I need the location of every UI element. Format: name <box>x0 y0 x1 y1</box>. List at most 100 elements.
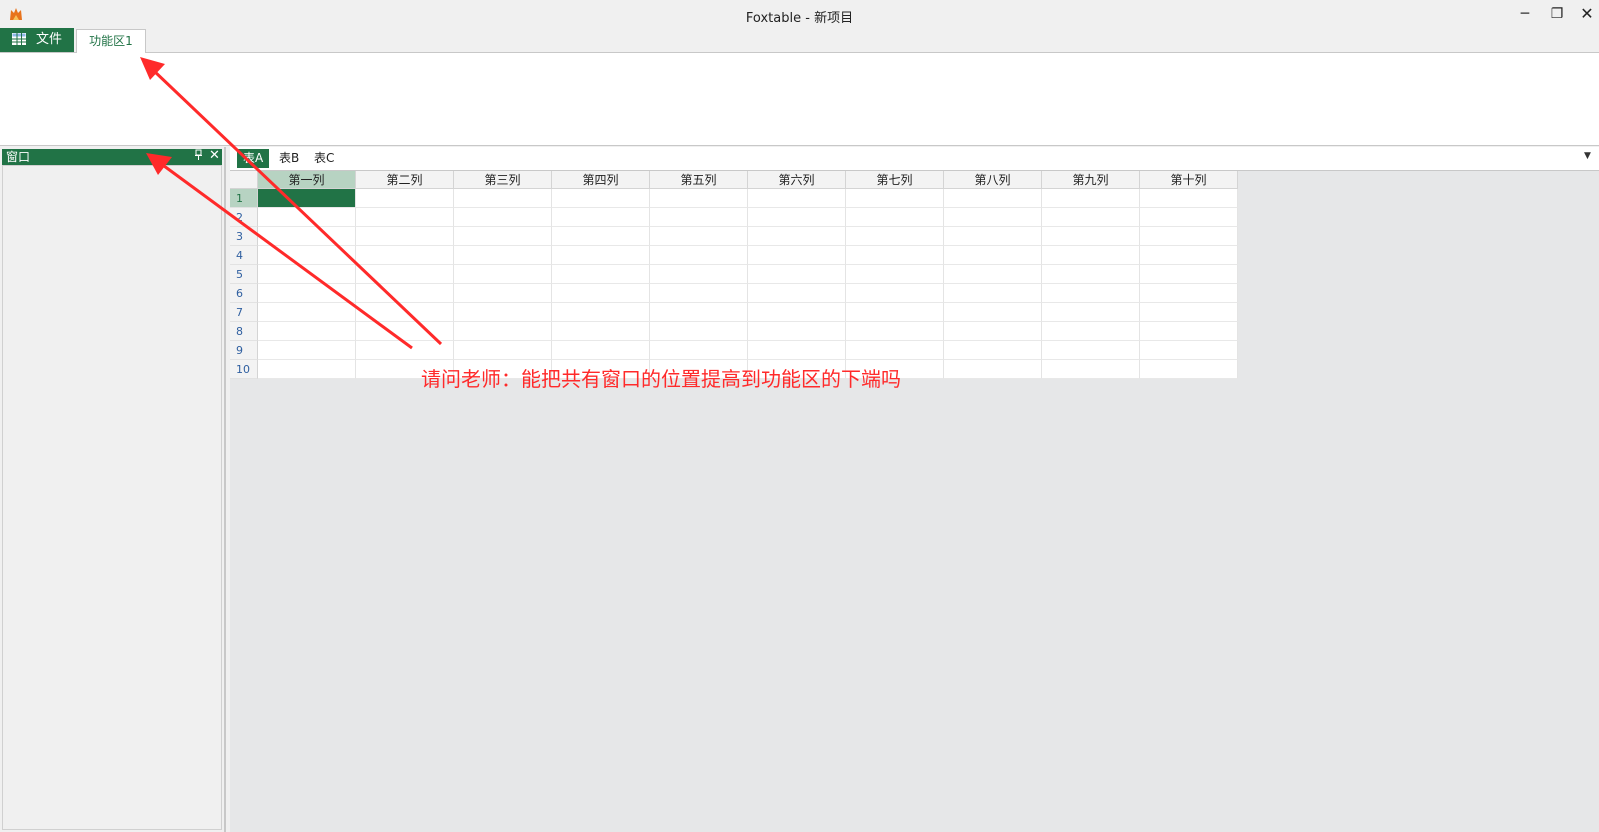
grid-cell[interactable] <box>1042 189 1140 208</box>
grid-cell[interactable] <box>944 246 1042 265</box>
column-header[interactable]: 第二列 <box>356 171 454 189</box>
grid-cell[interactable] <box>356 303 454 322</box>
grid-cell[interactable] <box>1042 322 1140 341</box>
grid-cell[interactable] <box>258 284 356 303</box>
grid-corner[interactable] <box>230 171 258 189</box>
selected-cell[interactable] <box>258 189 356 208</box>
grid-cell[interactable] <box>1140 303 1238 322</box>
grid-cell[interactable] <box>1042 227 1140 246</box>
file-tab[interactable]: 文件 <box>0 28 74 52</box>
row-header[interactable]: 9 <box>230 341 258 360</box>
grid-cell[interactable] <box>650 284 748 303</box>
row-header[interactable]: 5 <box>230 265 258 284</box>
grid-cell[interactable] <box>454 189 552 208</box>
grid-cell[interactable] <box>1042 265 1140 284</box>
grid-cell[interactable] <box>650 341 748 360</box>
grid-cell[interactable] <box>846 189 944 208</box>
grid-cell[interactable] <box>552 208 650 227</box>
grid-cell[interactable] <box>748 227 846 246</box>
tab-sheet-a[interactable]: 表A <box>237 149 270 168</box>
row-header[interactable]: 10 <box>230 360 258 379</box>
grid-cell[interactable] <box>454 303 552 322</box>
grid-cell[interactable] <box>552 303 650 322</box>
grid-cell[interactable] <box>748 246 846 265</box>
grid-cell[interactable] <box>650 246 748 265</box>
tab-function-area-1[interactable]: 功能区1 <box>76 29 146 54</box>
grid-cell[interactable] <box>650 322 748 341</box>
grid-cell[interactable] <box>650 303 748 322</box>
grid-cell[interactable] <box>944 360 1042 379</box>
grid-cell[interactable] <box>748 303 846 322</box>
grid-cell[interactable] <box>258 341 356 360</box>
grid-cell[interactable] <box>846 208 944 227</box>
grid-cell[interactable] <box>846 246 944 265</box>
grid-cell[interactable] <box>1042 284 1140 303</box>
column-header[interactable]: 第九列 <box>1042 171 1140 189</box>
grid-cell[interactable] <box>454 284 552 303</box>
grid-cell[interactable] <box>846 227 944 246</box>
column-header[interactable]: 第十列 <box>1140 171 1238 189</box>
grid-cell[interactable] <box>454 208 552 227</box>
grid-cell[interactable] <box>748 341 846 360</box>
grid-cell[interactable] <box>944 303 1042 322</box>
grid-cell[interactable] <box>454 265 552 284</box>
grid-cell[interactable] <box>1140 341 1238 360</box>
column-header[interactable]: 第六列 <box>748 171 846 189</box>
column-header[interactable]: 第三列 <box>454 171 552 189</box>
grid-cell[interactable] <box>846 303 944 322</box>
grid-cell[interactable] <box>454 322 552 341</box>
grid-cell[interactable] <box>454 341 552 360</box>
grid-cell[interactable] <box>944 341 1042 360</box>
grid-cell[interactable] <box>356 284 454 303</box>
grid-cell[interactable] <box>454 227 552 246</box>
panel-close-icon[interactable]: ✕ <box>209 148 220 164</box>
grid-cell[interactable] <box>356 246 454 265</box>
grid-cell[interactable] <box>258 322 356 341</box>
grid-cell[interactable] <box>1140 227 1238 246</box>
grid-cell[interactable] <box>552 265 650 284</box>
grid-cell[interactable] <box>1140 246 1238 265</box>
row-header[interactable]: 8 <box>230 322 258 341</box>
grid-cell[interactable] <box>1042 208 1140 227</box>
close-button[interactable]: ✕ <box>1576 4 1598 24</box>
grid-cell[interactable] <box>454 360 552 379</box>
grid-cell[interactable] <box>1042 341 1140 360</box>
row-header[interactable]: 7 <box>230 303 258 322</box>
grid-cell[interactable] <box>552 246 650 265</box>
grid-cell[interactable] <box>650 265 748 284</box>
grid-cell[interactable] <box>650 360 748 379</box>
grid-cell[interactable] <box>1140 265 1238 284</box>
grid-cell[interactable] <box>1042 246 1140 265</box>
grid-cell[interactable] <box>258 227 356 246</box>
grid-cell[interactable] <box>944 265 1042 284</box>
grid-cell[interactable] <box>650 227 748 246</box>
row-header[interactable]: 6 <box>230 284 258 303</box>
grid-cell[interactable] <box>356 322 454 341</box>
grid-cell[interactable] <box>258 360 356 379</box>
grid-cell[interactable] <box>1140 284 1238 303</box>
column-header[interactable]: 第四列 <box>552 171 650 189</box>
column-header[interactable]: 第八列 <box>944 171 1042 189</box>
grid-cell[interactable] <box>748 265 846 284</box>
grid-cell[interactable] <box>552 341 650 360</box>
grid-cell[interactable] <box>356 189 454 208</box>
grid-cell[interactable] <box>1140 189 1238 208</box>
grid-cell[interactable] <box>846 284 944 303</box>
row-header[interactable]: 2 <box>230 208 258 227</box>
grid-cell[interactable] <box>748 360 846 379</box>
grid-cell[interactable] <box>1042 303 1140 322</box>
pin-icon[interactable] <box>194 149 203 165</box>
grid-cell[interactable] <box>1042 360 1140 379</box>
column-header[interactable]: 第五列 <box>650 171 748 189</box>
grid-cell[interactable] <box>356 341 454 360</box>
maximize-button[interactable]: ❐ <box>1546 4 1568 24</box>
grid-cell[interactable] <box>748 322 846 341</box>
grid-cell[interactable] <box>258 265 356 284</box>
grid-cell[interactable] <box>1140 208 1238 227</box>
row-header[interactable]: 3 <box>230 227 258 246</box>
grid-cell[interactable] <box>846 360 944 379</box>
tab-sheet-b[interactable]: 表B <box>273 149 305 168</box>
window-panel-header[interactable]: 窗口 ✕ <box>2 148 222 165</box>
grid-cell[interactable] <box>846 341 944 360</box>
grid-cell[interactable] <box>944 208 1042 227</box>
